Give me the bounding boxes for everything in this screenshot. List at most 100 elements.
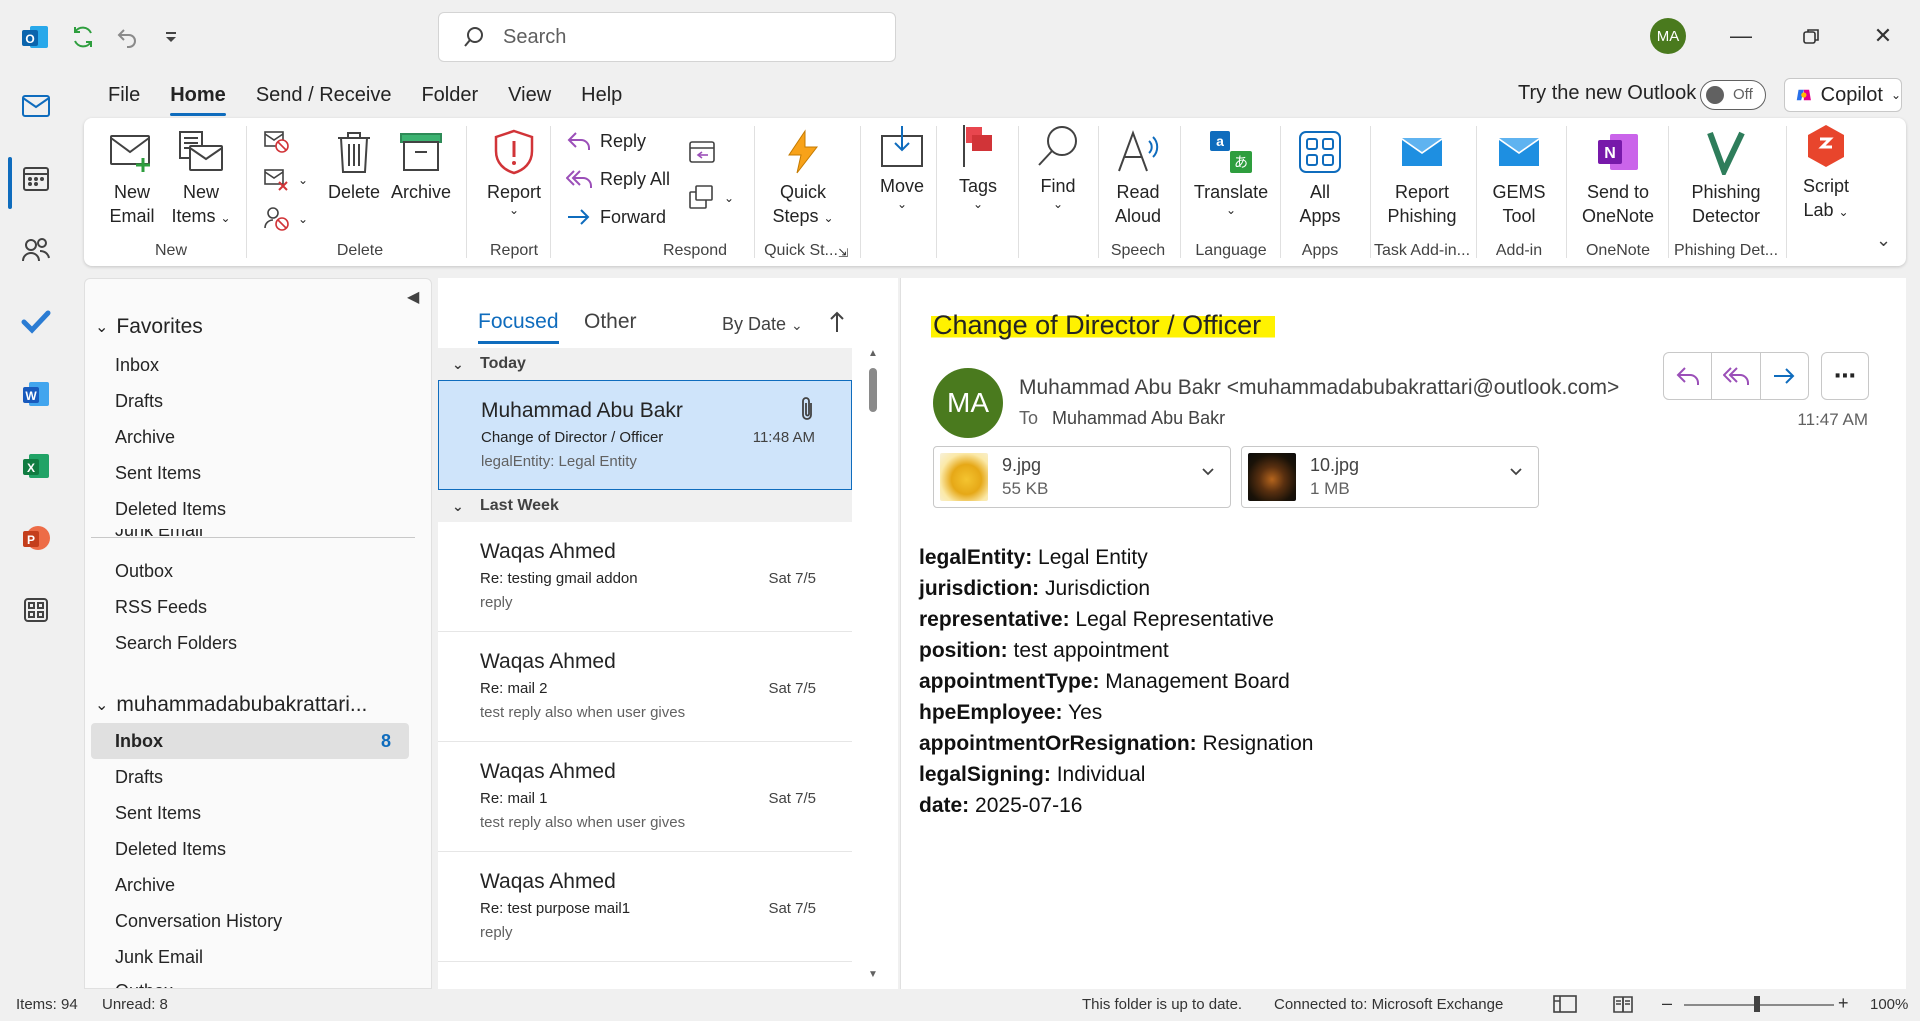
search-input[interactable]: Search [438,12,896,62]
more-respond-button[interactable]: ⌄ [688,184,734,212]
sender-address[interactable]: Muhammad Abu Bakr <muhammadabubakrattari… [1019,376,1633,400]
tab-file[interactable]: File [96,80,152,112]
gems-tool-button[interactable]: GEMS Tool [1484,128,1554,228]
normal-view-icon[interactable] [1552,993,1578,1019]
group-header-last-week[interactable]: ⌄ Last Week [438,490,852,522]
tab-other[interactable]: Other [584,310,637,334]
collapse-pane-icon[interactable]: ◀ [407,287,419,307]
favorites-header[interactable]: ⌄ Favorites [95,315,203,339]
send-to-onenote-button[interactable]: N Send to OneNote [1574,128,1662,228]
sort-by-date-button[interactable]: By Date ⌄ [722,314,803,335]
reading-view-icon[interactable] [1612,993,1634,1019]
forward-button[interactable]: Forward [566,206,666,228]
attachment-card[interactable]: 10.jpg 1 MB [1241,446,1539,508]
sender-avatar[interactable]: MA [933,368,1003,438]
word-icon[interactable]: W [16,374,56,414]
scroll-down-icon[interactable]: ▼ [868,969,878,980]
tab-home[interactable]: Home [158,80,238,116]
more-apps-icon[interactable] [16,590,56,630]
tags-button[interactable]: Tags ⌄ [946,122,1010,210]
folder-favorite-deleted[interactable]: Deleted Items [115,499,226,520]
copilot-button[interactable]: Copilot ⌄ [1784,78,1902,112]
archive-button[interactable]: Archive [386,128,456,204]
reply-icon[interactable] [1664,353,1713,399]
list-item[interactable]: Waqas Ahmed Re: testing gmail addon Sat … [438,522,852,632]
tab-folder[interactable]: Folder [409,80,490,112]
quick-steps-button[interactable]: Quick Steps ⌄ [766,128,840,230]
tab-help[interactable]: Help [569,80,634,112]
tab-focused[interactable]: Focused [478,310,559,344]
reply-button[interactable]: Reply [566,130,646,152]
recipient-name[interactable]: Muhammad Abu Bakr [1052,408,1225,428]
folder-inbox[interactable]: Inbox [115,731,163,752]
folder-favorite-inbox[interactable]: Inbox [115,355,159,376]
sync-icon[interactable] [66,20,100,54]
zoom-slider-thumb[interactable] [1754,996,1760,1012]
list-item[interactable]: Waqas Ahmed Re: mail 1 Sat 7/5 test repl… [438,742,852,852]
tab-view[interactable]: View [496,80,563,112]
attachment-card[interactable]: 9.jpg 55 KB [933,446,1231,508]
folder-conversation-history[interactable]: Conversation History [115,911,282,932]
folder-favorite-drafts[interactable]: Drafts [115,391,163,412]
list-item[interactable]: Waqas Ahmed Re: mail 2 Sat 7/5 test repl… [438,632,852,742]
group-header-today[interactable]: ⌄ Today [438,348,852,380]
account-avatar[interactable]: MA [1650,18,1686,54]
move-button[interactable]: Move ⌄ [870,122,934,210]
folder-junk-email[interactable]: Junk Email [115,947,203,968]
new-email-button[interactable]: New Email [102,128,162,228]
folder-archive[interactable]: Archive [115,875,175,896]
scroll-up-icon[interactable]: ▲ [868,348,878,359]
chevron-down-icon[interactable] [1200,463,1216,484]
clean-up-button[interactable]: ⌄ [264,168,308,192]
powerpoint-icon[interactable]: P [16,518,56,558]
folder-search-folders[interactable]: Search Folders [115,633,237,654]
ribbon-expand-icon[interactable]: ⌄ [1876,230,1891,251]
new-outlook-toggle[interactable]: Off [1700,80,1766,110]
mail-icon[interactable] [16,86,56,126]
more-options-icon[interactable]: ⋯ [1821,352,1869,400]
reply-all-button[interactable]: Reply All [566,168,670,190]
zoom-level[interactable]: 100% [1870,996,1908,1013]
phishing-detector-button[interactable]: Phishing Detector [1672,128,1780,228]
forward-icon[interactable] [1761,353,1808,399]
report-phishing-button[interactable]: Report Phishing [1374,128,1470,228]
reply-all-icon[interactable] [1712,353,1761,399]
list-item[interactable]: Waqas Ahmed Re: test purpose mail1 Sat 7… [438,852,852,962]
new-items-button[interactable]: New Items ⌄ [168,128,234,230]
close-icon[interactable]: ✕ [1858,14,1908,58]
folder-outbox-clipped[interactable]: Outbox [115,981,173,988]
delete-button[interactable]: Delete [324,128,384,204]
scroll-thumb[interactable] [869,368,877,412]
dialog-launcher-icon[interactable]: ⇲ [838,246,848,260]
read-aloud-button[interactable]: Read Aloud [1106,128,1170,228]
folder-rss-feeds[interactable]: RSS Feeds [115,597,207,618]
folder-drafts[interactable]: Drafts [115,767,163,788]
ignore-button[interactable] [264,130,290,154]
folder-deleted-items[interactable]: Deleted Items [115,839,226,860]
folder-favorite-archive[interactable]: Archive [115,427,175,448]
folder-outbox[interactable]: Outbox [115,561,173,582]
message-list-scrollbar[interactable]: ▲ ▼ [866,348,880,980]
undo-icon[interactable] [110,20,144,54]
zoom-in-icon[interactable]: + [1838,993,1849,1014]
all-apps-button[interactable]: All Apps [1288,128,1352,228]
translate-button[interactable]: aあ Translate ⌄ [1188,128,1274,216]
list-item[interactable]: Muhammad Abu Bakr Change of Director / O… [438,380,852,490]
junk-button[interactable]: ⌄ [264,206,308,232]
restore-icon[interactable] [1786,14,1836,58]
calendar-icon[interactable] [16,158,56,198]
sort-direction-icon[interactable] [828,310,846,339]
report-button[interactable]: Report ⌄ [474,128,554,216]
folder-favorite-sent[interactable]: Sent Items [115,463,201,484]
todo-icon[interactable] [16,302,56,342]
people-icon[interactable] [16,230,56,270]
account-header[interactable]: ⌄ muhammadabubakrattari... [95,693,367,717]
excel-icon[interactable]: X [16,446,56,486]
script-lab-button[interactable]: Script Lab ⌄ [1790,122,1862,224]
meeting-reply-button[interactable] [688,138,716,166]
tab-send-receive[interactable]: Send / Receive [244,80,404,112]
minimize-icon[interactable]: — [1716,14,1766,58]
customize-toolbar-icon[interactable] [154,20,188,54]
chevron-down-icon[interactable] [1508,463,1524,484]
folder-sent-items[interactable]: Sent Items [115,803,201,824]
